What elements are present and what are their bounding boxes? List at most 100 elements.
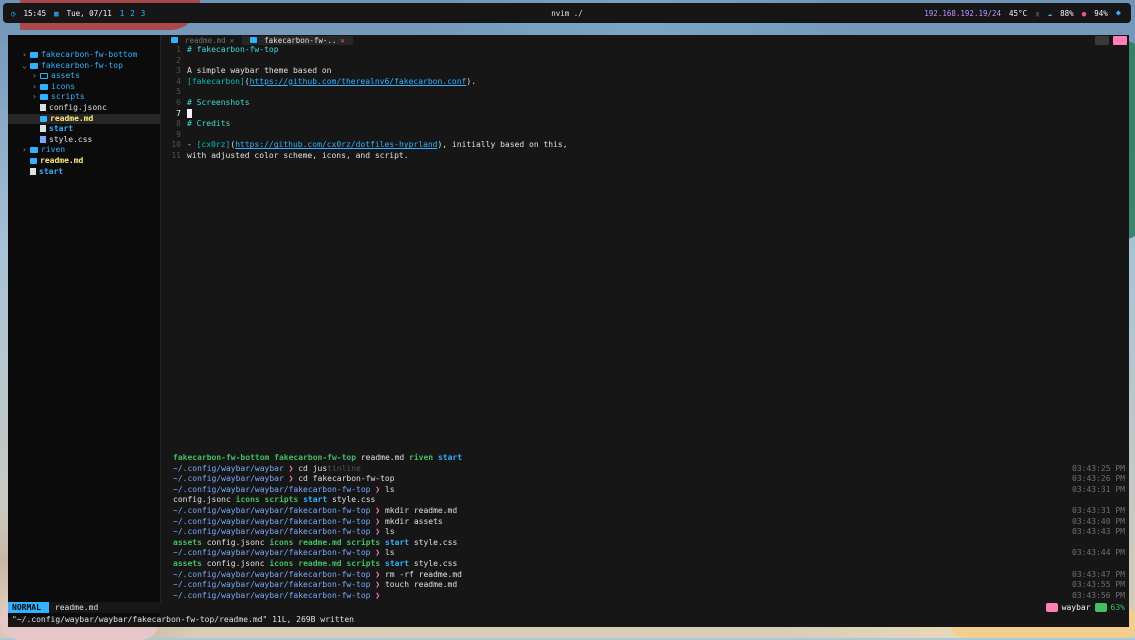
- line-text: # Credits: [187, 119, 230, 130]
- folder-icon: [1045, 603, 1058, 612]
- tree-item[interactable]: › fakecarbon-fw-bottom: [8, 50, 160, 61]
- terminal-text: scripts: [346, 558, 381, 568]
- buffer-tab[interactable]: fakecarbon-fw-.. ✕: [242, 35, 353, 45]
- tray-icon[interactable]: ⬥: [1116, 8, 1121, 18]
- waybar: ◷ 15:45 ▦ Tue, 07/11 123 nvim ./ 192.168…: [3, 3, 1131, 23]
- buffer-line[interactable]: 10 - [cx0rz](https://github.com/cx0rz/dot…: [163, 140, 1129, 151]
- terminal-line: config.jsonc icons scripts start style.c…: [163, 495, 1129, 506]
- tree-item[interactable]: start: [8, 167, 160, 178]
- text-span: A simple waybar theme based on: [187, 66, 332, 76]
- buffer-line[interactable]: 2: [163, 56, 1129, 67]
- terminal-text: ~/.config/waybar/waybar: [173, 474, 289, 484]
- terminal-text: ❯: [375, 505, 385, 515]
- timestamp: 03:43:43 PM: [1072, 527, 1125, 537]
- terminal-text: cd jus: [298, 463, 328, 473]
- terminal-line: ~/.config/waybar/waybar/fakecarbon-fw-to…: [163, 591, 1129, 602]
- tree-item[interactable]: › icons: [8, 82, 160, 93]
- chevron-icon: ›: [32, 71, 37, 81]
- file-icon: [40, 125, 46, 133]
- window-controls: [1095, 36, 1127, 45]
- tree-item-label: style.css: [49, 134, 93, 144]
- terminal-text: ❯: [375, 484, 385, 494]
- text-span: ), initially based on this,: [437, 140, 568, 150]
- tree-item[interactable]: readme.md: [8, 156, 160, 167]
- file-icon: [40, 135, 46, 143]
- cpu-usage[interactable]: 88%: [1060, 9, 1074, 18]
- buffer-lines[interactable]: 1 # fakecarbon-fw-top 2 3 A simple waybar th…: [163, 45, 1129, 162]
- workspaces: 123: [120, 9, 152, 18]
- clock-time[interactable]: 15:45: [24, 9, 47, 18]
- chevron-icon: ⌄: [22, 60, 27, 70]
- tree-item[interactable]: start: [8, 124, 160, 135]
- editor-pane[interactable]: readme.md ✕ fakecarbon-fw-.. ✕ 1 # fakecarbo…: [163, 35, 1129, 445]
- buffer-line[interactable]: 11 with adjusted color scheme, icons, an…: [163, 151, 1129, 162]
- file-icon: [40, 103, 46, 111]
- text-span: https://github.com/cx0rz/dotfiles-hyprla…: [235, 140, 438, 150]
- tree-item-label: start: [39, 166, 64, 176]
- temperature[interactable]: 45°C: [1009, 9, 1027, 18]
- tree-item[interactable]: ⌄ fakecarbon-fw-top: [8, 61, 160, 72]
- terminal-text: ~/.config/waybar/waybar/fakecarbon-fw-to…: [173, 569, 376, 579]
- line-text: A simple waybar theme based on: [187, 66, 332, 77]
- line-number: 4: [176, 76, 181, 86]
- terminal-text: style.css: [327, 495, 376, 505]
- buffer-line[interactable]: 9: [163, 130, 1129, 141]
- terminal-text: ❯: [375, 548, 385, 558]
- tree-item-label: scripts: [51, 92, 85, 102]
- buffer-line[interactable]: 1 # fakecarbon-fw-top: [163, 45, 1129, 56]
- buffer-line[interactable]: 3 A simple waybar theme based on: [163, 66, 1129, 77]
- line-text: with adjusted color scheme, icons, and s…: [187, 151, 409, 162]
- close-window-icon[interactable]: [1113, 36, 1127, 45]
- command-line[interactable]: "~/.config/waybar/waybar/fakecarbon-fw-t…: [8, 613, 1133, 626]
- terminal-text: ❯: [288, 474, 299, 484]
- tree-item[interactable]: › assets: [8, 71, 160, 82]
- workspace-button[interactable]: 2: [130, 9, 135, 18]
- split-divider[interactable]: [160, 35, 161, 602]
- line-number: 11: [171, 150, 181, 160]
- terminal-text: ~/.config/waybar/waybar/fakecarbon-fw-to…: [173, 527, 376, 537]
- buffer-tab[interactable]: readme.md ✕: [163, 36, 242, 45]
- line-number: 8: [176, 119, 181, 129]
- microphone-icon: ●: [1081, 8, 1087, 18]
- buffer-line[interactable]: 8 # Credits: [163, 119, 1129, 130]
- tree-item[interactable]: config.jsonc: [8, 103, 160, 114]
- clock-date[interactable]: Tue, 07/11: [67, 9, 112, 18]
- terminal-line: ~/.config/waybar/waybar/fakecarbon-fw-to…: [163, 485, 1129, 496]
- split-icon[interactable]: [1095, 36, 1109, 45]
- buffer-line[interactable]: 7: [163, 108, 1129, 120]
- folder-icon: [40, 83, 48, 90]
- text-span: with adjusted color scheme, icons, and s…: [187, 150, 409, 160]
- terminal-text: ~/.config/waybar/waybar/fakecarbon-fw-to…: [173, 590, 376, 600]
- tree-item[interactable]: › scripts: [8, 92, 160, 103]
- buffer-line[interactable]: 6 # Screenshots: [163, 98, 1129, 109]
- line-number: 5: [176, 87, 181, 97]
- timestamp: 03:43:40 PM: [1072, 516, 1125, 526]
- workspace-button[interactable]: 3: [141, 9, 146, 18]
- mic-volume[interactable]: 94%: [1094, 9, 1108, 18]
- terminal-line: ~/.config/waybar/waybar/fakecarbon-fw-to…: [163, 580, 1129, 591]
- terminal-line: ~/.config/waybar/waybar ❯ cd justinline 0…: [163, 464, 1129, 475]
- tree-item-label: fakecarbon-fw-top: [41, 60, 123, 70]
- terminal-pane[interactable]: fakecarbon-fw-bottom fakecarbon-fw-top r…: [163, 448, 1129, 607]
- network-ip[interactable]: 192.168.192.19/24: [924, 9, 1001, 18]
- tab-label: readme.md: [185, 35, 226, 45]
- workspace-button[interactable]: 1: [120, 9, 125, 18]
- tree-item[interactable]: › riven: [8, 145, 160, 156]
- terminal-text: tinline: [327, 463, 361, 473]
- tree-item[interactable]: readme.md: [8, 113, 160, 125]
- folder-icon: [40, 94, 48, 101]
- buffer-line[interactable]: 5: [163, 87, 1129, 98]
- text-span: [cx0rz]: [196, 140, 231, 150]
- timestamp: 03:43:44 PM: [1072, 548, 1125, 558]
- close-tab-icon[interactable]: ✕: [340, 36, 345, 45]
- thermometer-icon: ▮: [1035, 8, 1040, 18]
- line-number: 1: [176, 45, 181, 54]
- markdown-icon: [30, 157, 37, 164]
- buffer-line[interactable]: 4 [fakecarbon](https://github.com/thereal…: [163, 77, 1129, 88]
- tree-item-label: readme.md: [50, 113, 94, 123]
- calendar-icon: ▦: [54, 8, 59, 18]
- close-tab-icon[interactable]: ✕: [230, 36, 235, 45]
- tree-item[interactable]: style.css: [8, 135, 160, 146]
- terminal-text: config.jsonc: [201, 558, 270, 568]
- timestamp: 03:43:31 PM: [1072, 505, 1125, 515]
